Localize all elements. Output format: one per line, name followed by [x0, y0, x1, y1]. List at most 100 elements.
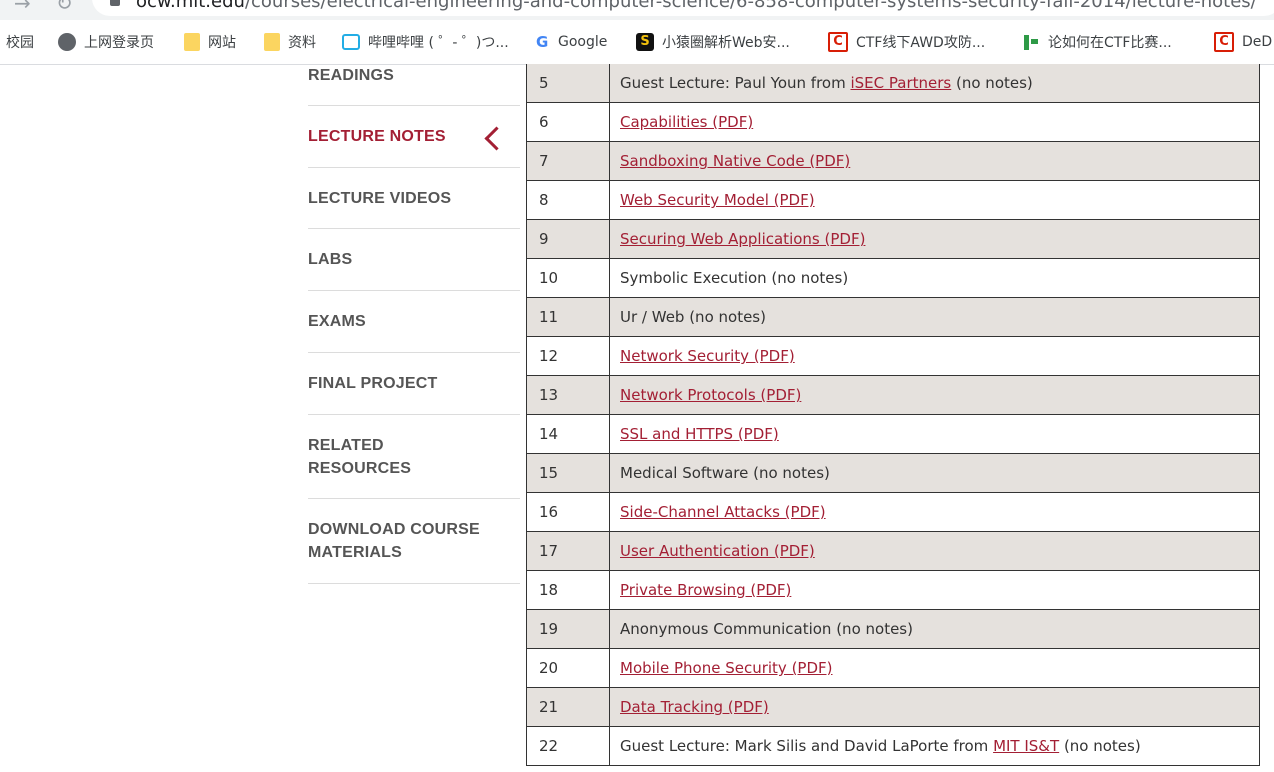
- table-row: 19 Anonymous Communication (no notes): [526, 610, 1260, 649]
- lecture-text-suffix: (no notes): [951, 74, 1033, 92]
- nav-download-course-materials[interactable]: DOWNLOAD COURSE MATERIALS: [308, 499, 520, 584]
- lecture-description: Capabilities (PDF): [620, 103, 753, 141]
- bilibili-icon: [342, 34, 360, 50]
- bookmark-xiaoyuanquan[interactable]: S 小猿圈解析Web安...: [636, 20, 790, 64]
- session-number: 5: [539, 74, 549, 92]
- nav-related-resources[interactable]: RELATED RESOURCES: [308, 415, 520, 499]
- column-divider: [609, 610, 610, 648]
- chevron-left-icon: [484, 126, 509, 151]
- session-number: 21: [539, 698, 559, 716]
- column-divider: [609, 649, 610, 687]
- column-divider: [609, 259, 610, 297]
- lecture-link[interactable]: Sandboxing Native Code (PDF): [620, 152, 850, 170]
- lecture-link[interactable]: Private Browsing (PDF): [620, 581, 791, 599]
- folder-icon: [184, 33, 200, 51]
- lecture-link[interactable]: Data Tracking (PDF): [620, 698, 769, 716]
- lecture-description: Securing Web Applications (PDF): [620, 220, 865, 258]
- lecture-text: Ur / Web (no notes): [620, 308, 766, 326]
- lecture-description: Mobile Phone Security (PDF): [620, 649, 833, 687]
- bookmark-campus[interactable]: 校园: [6, 20, 34, 64]
- bookmark-resources[interactable]: 资料: [264, 20, 316, 64]
- lecture-text: Anonymous Communication (no notes): [620, 620, 913, 638]
- table-row: 21 Data Tracking (PDF): [526, 688, 1260, 727]
- lecture-text: Guest Lecture: Paul Youn from: [620, 74, 851, 92]
- session-number: 7: [539, 152, 549, 170]
- table-row: 10 Symbolic Execution (no notes): [526, 259, 1260, 298]
- lecture-description: Guest Lecture: Mark Silis and David LaPo…: [620, 727, 1141, 765]
- session-number: 13: [539, 386, 559, 404]
- lock-icon[interactable]: [110, 0, 120, 6]
- globe-icon: [58, 33, 76, 51]
- column-divider: [609, 493, 610, 531]
- lecture-link[interactable]: iSEC Partners: [850, 74, 951, 92]
- session-number: 6: [539, 113, 549, 131]
- table-row: 17 User Authentication (PDF): [526, 532, 1260, 571]
- column-divider: [609, 415, 610, 453]
- session-number: 17: [539, 542, 559, 560]
- lecture-description: Network Security (PDF): [620, 337, 795, 375]
- bookmark-ded[interactable]: C DeD: [1214, 20, 1272, 64]
- folder-icon: [264, 33, 280, 51]
- column-divider: [609, 532, 610, 570]
- lunru-icon: [1022, 33, 1040, 51]
- nav-lecture-videos[interactable]: LECTURE VIDEOS: [308, 168, 520, 229]
- lecture-description: Side-Channel Attacks (PDF): [620, 493, 826, 531]
- lecture-description: Anonymous Communication (no notes): [620, 610, 913, 648]
- bookmark-bilibili[interactable]: 哔哩哔哩 ( ゜- ゜)つ...: [342, 20, 509, 64]
- nav-final-project[interactable]: FINAL PROJECT: [308, 353, 520, 415]
- session-number: 22: [539, 737, 559, 755]
- table-row: 9 Securing Web Applications (PDF): [526, 220, 1260, 259]
- lecture-link[interactable]: Web Security Model (PDF): [620, 191, 815, 209]
- lecture-description: Private Browsing (PDF): [620, 571, 791, 609]
- session-number: 15: [539, 464, 559, 482]
- bookmark-google[interactable]: G Google: [536, 20, 607, 64]
- nav-readings[interactable]: READINGS: [308, 64, 520, 106]
- lecture-link[interactable]: MIT IS&T: [993, 737, 1059, 755]
- table-row: 18 Private Browsing (PDF): [526, 571, 1260, 610]
- lecture-link[interactable]: Securing Web Applications (PDF): [620, 230, 865, 248]
- url-text[interactable]: ocw.mit.edu/courses/electrical-engineeri…: [136, 0, 1257, 12]
- reload-icon[interactable]: ↻: [56, 0, 73, 15]
- csdn-icon: C: [1214, 32, 1234, 52]
- table-row: 15 Medical Software (no notes): [526, 454, 1260, 493]
- lecture-text: Medical Software (no notes): [620, 464, 830, 482]
- lecture-link[interactable]: Network Protocols (PDF): [620, 386, 801, 404]
- column-divider: [609, 64, 610, 102]
- column-divider: [609, 571, 610, 609]
- column-divider: [609, 727, 610, 765]
- table-row: 13 Network Protocols (PDF): [526, 376, 1260, 415]
- lecture-description: SSL and HTTPS (PDF): [620, 415, 779, 453]
- forward-arrow-icon[interactable]: →: [14, 0, 31, 15]
- nav-labs[interactable]: LABS: [308, 229, 520, 291]
- session-number: 16: [539, 503, 559, 521]
- column-divider: [609, 181, 610, 219]
- nav-exams[interactable]: EXAMS: [308, 291, 520, 353]
- bookmarks-bar: 校园 上网登录页 网站 资料 哔哩哔哩 ( ゜- ゜)つ... G Google …: [0, 20, 1274, 65]
- google-icon: G: [536, 33, 549, 51]
- lecture-description: Data Tracking (PDF): [620, 688, 769, 726]
- lecture-link[interactable]: Mobile Phone Security (PDF): [620, 659, 833, 677]
- lecture-link[interactable]: Network Security (PDF): [620, 347, 795, 365]
- table-row: 12 Network Security (PDF): [526, 337, 1260, 376]
- session-number: 9: [539, 230, 549, 248]
- bookmark-websites[interactable]: 网站: [184, 20, 236, 64]
- bookmark-ctf-awd[interactable]: C CTF线下AWD攻防...: [828, 20, 985, 64]
- session-number: 18: [539, 581, 559, 599]
- xiaoyuanquan-icon: S: [636, 33, 654, 51]
- column-divider: [609, 454, 610, 492]
- table-row: 22 Guest Lecture: Mark Silis and David La…: [526, 727, 1260, 766]
- lecture-link[interactable]: User Authentication (PDF): [620, 542, 815, 560]
- lecture-description: Symbolic Execution (no notes): [620, 259, 848, 297]
- column-divider: [609, 142, 610, 180]
- lecture-link[interactable]: Side-Channel Attacks (PDF): [620, 503, 826, 521]
- lecture-description: Ur / Web (no notes): [620, 298, 766, 336]
- lecture-link[interactable]: Capabilities (PDF): [620, 113, 753, 131]
- lecture-link[interactable]: SSL and HTTPS (PDF): [620, 425, 779, 443]
- bookmark-ctf-contest[interactable]: 论如何在CTF比赛...: [1022, 20, 1172, 64]
- address-bar-area: → ↻ ocw.mit.edu/courses/electrical-engin…: [0, 0, 1274, 20]
- session-number: 19: [539, 620, 559, 638]
- session-number: 8: [539, 191, 549, 209]
- session-number: 20: [539, 659, 559, 677]
- bookmark-login-page[interactable]: 上网登录页: [58, 20, 154, 64]
- nav-lecture-notes[interactable]: LECTURE NOTES: [308, 106, 520, 168]
